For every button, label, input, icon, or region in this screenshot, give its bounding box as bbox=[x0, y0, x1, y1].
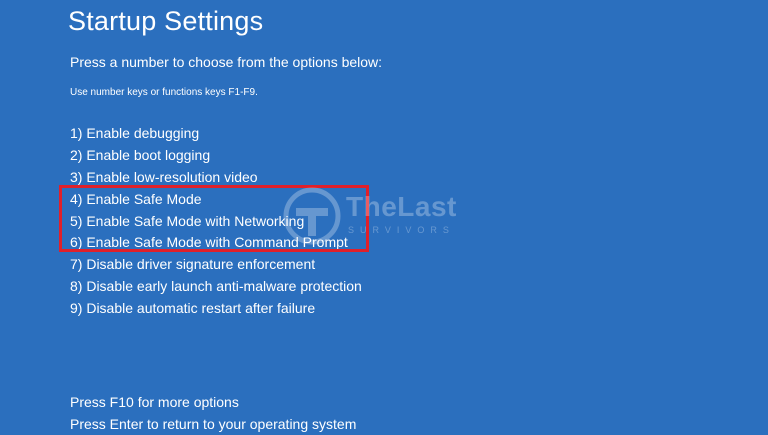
watermark-brand-text: TheLast bbox=[346, 191, 457, 222]
option-disable-automatic-restart[interactable]: 9) Disable automatic restart after failu… bbox=[70, 299, 362, 321]
option-enable-safe-mode[interactable]: 4) Enable Safe Mode bbox=[70, 190, 362, 212]
option-enable-boot-logging[interactable]: 2) Enable boot logging bbox=[70, 146, 362, 168]
page-title: Startup Settings bbox=[68, 6, 264, 36]
option-enable-low-resolution-video[interactable]: 3) Enable low-resolution video bbox=[70, 168, 362, 190]
startup-options-list: 1) Enable debugging 2) Enable boot loggi… bbox=[70, 124, 362, 321]
watermark-sub-text: SURVIVORS bbox=[348, 225, 455, 235]
option-disable-early-launch-antimalware[interactable]: 8) Disable early launch anti-malware pro… bbox=[70, 277, 362, 299]
option-enable-debugging[interactable]: 1) Enable debugging bbox=[70, 124, 362, 146]
instruction-text: Press a number to choose from the option… bbox=[70, 54, 383, 70]
startup-settings-screen: Startup Settings Press a number to choos… bbox=[0, 0, 768, 434]
option-enable-safe-mode-command-prompt[interactable]: 6) Enable Safe Mode with Command Prompt bbox=[70, 233, 362, 255]
option-disable-driver-signature-enforcement[interactable]: 7) Disable driver signature enforcement bbox=[70, 255, 362, 277]
option-enable-safe-mode-networking[interactable]: 5) Enable Safe Mode with Networking bbox=[70, 212, 362, 234]
return-to-os-text[interactable]: Press Enter to return to your operating … bbox=[70, 413, 356, 435]
more-options-text[interactable]: Press F10 for more options bbox=[70, 391, 356, 413]
footer-instructions: Press F10 for more options Press Enter t… bbox=[70, 391, 356, 435]
key-hint-text: Use number keys or functions keys F1-F9. bbox=[70, 87, 258, 98]
